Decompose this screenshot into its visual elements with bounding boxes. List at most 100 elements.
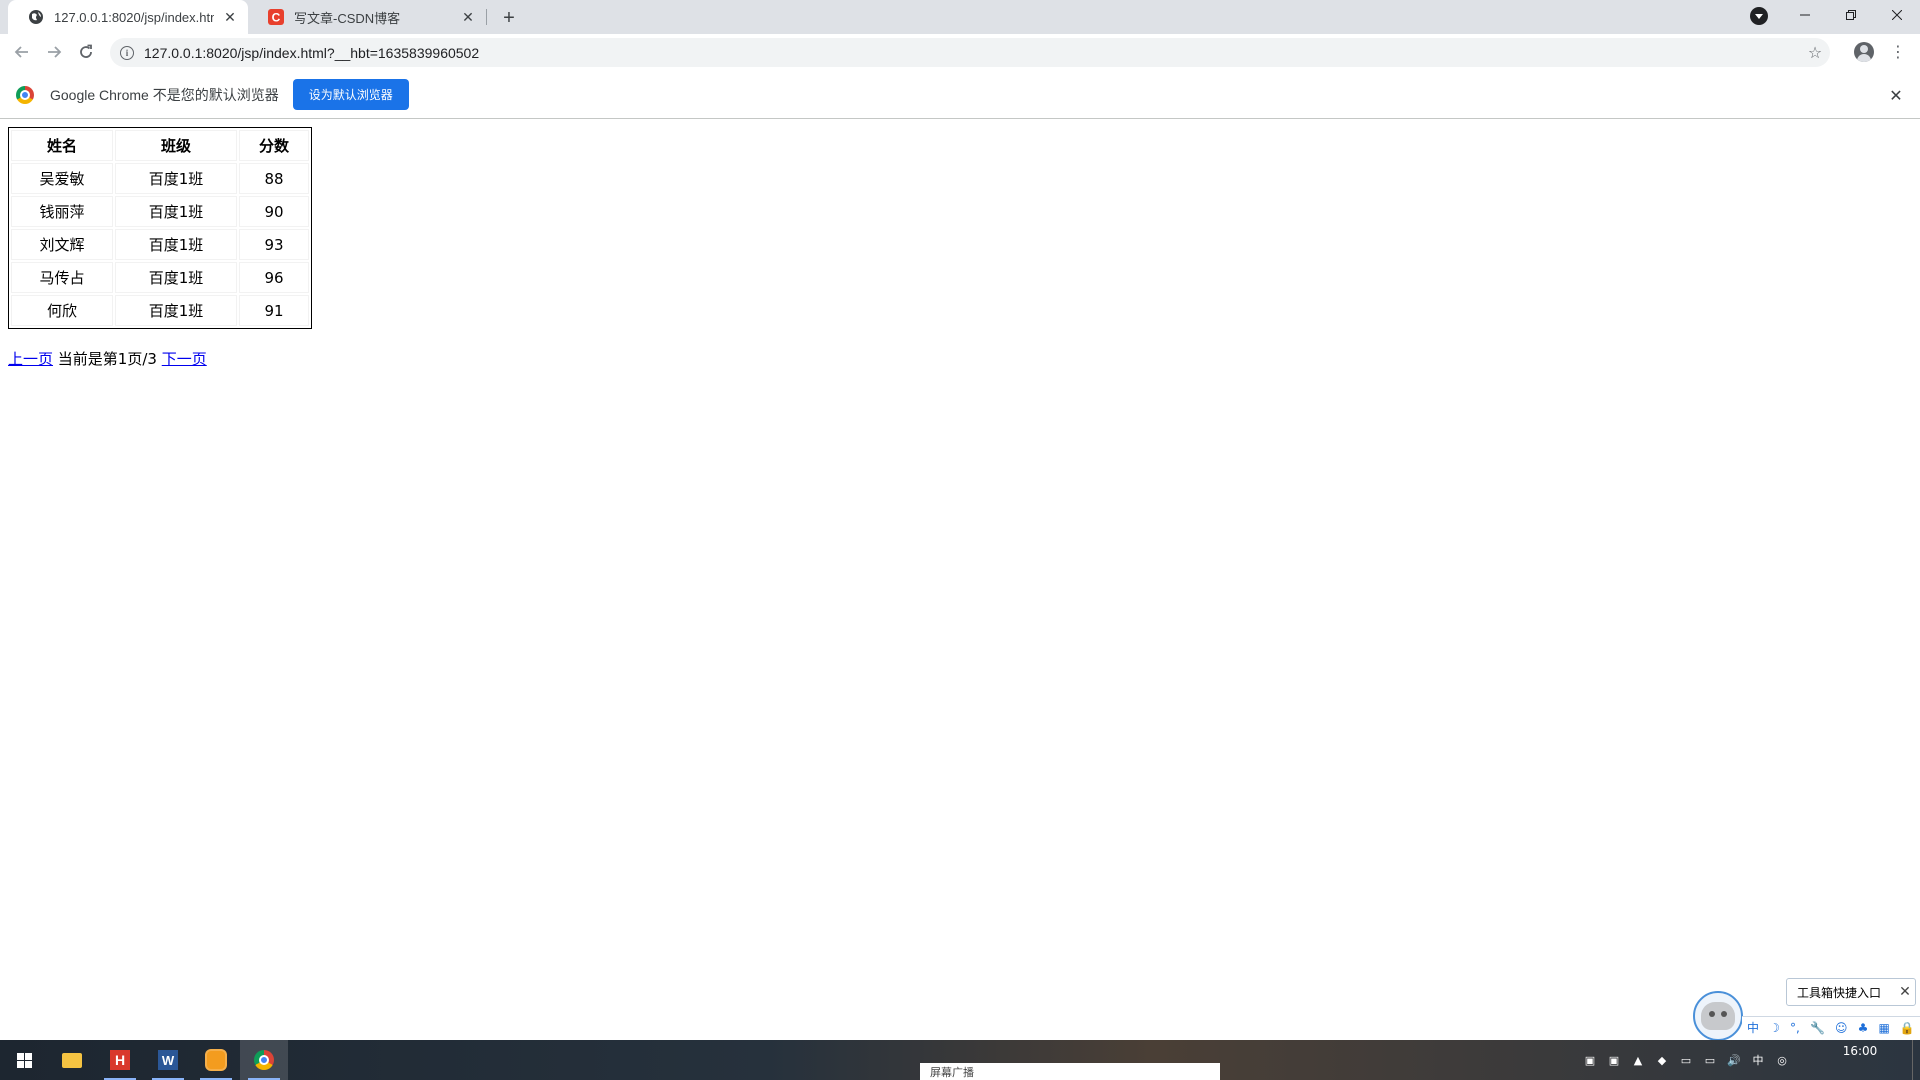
page-status: 当前是第1页/3 — [57, 350, 157, 368]
windows-logo-icon — [16, 1052, 32, 1068]
minimize-button[interactable] — [1782, 0, 1828, 30]
toolbox-tip-close-icon[interactable]: ✕ — [1895, 984, 1915, 1000]
screen-broadcast-label: 屏幕广播 — [930, 1065, 974, 1079]
window-controls — [1782, 0, 1920, 30]
tab-localhost[interactable]: 127.0.0.1:8020/jsp/index.html? ✕ — [8, 0, 248, 34]
tray-lang-label[interactable]: 中 — [1746, 1052, 1770, 1068]
cell-class: 百度1班 — [115, 295, 237, 326]
default-browser-infobar: Google Chrome 不是您的默认浏览器 设为默认浏览器 ✕ — [0, 71, 1920, 119]
cell-name: 刘文辉 — [11, 229, 113, 260]
screen-broadcast-bar[interactable]: 屏幕广播 — [920, 1063, 1220, 1080]
app-icon — [205, 1049, 227, 1071]
scores-table: 姓名 班级 分数 吴爱敏 百度1班 88 钱丽萍 百度1班 90 刘文辉 百度1… — [8, 127, 312, 329]
cell-name: 吴爱敏 — [11, 163, 113, 194]
svg-text:C: C — [272, 11, 281, 25]
toolbar-menu: ⋮ — [1888, 38, 1908, 66]
globe-icon — [29, 10, 43, 24]
reload-icon — [80, 44, 92, 58]
reload-button[interactable] — [72, 38, 100, 66]
arrow-left-icon — [14, 46, 28, 58]
cell-score: 96 — [239, 262, 309, 293]
close-icon — [1892, 10, 1902, 20]
hbuilder-icon: H — [110, 1050, 130, 1070]
tab-title: 写文章-CSDN博客 — [294, 10, 401, 26]
profile-avatar-icon[interactable] — [1854, 42, 1874, 62]
tab-separator — [486, 9, 487, 25]
tab-close-icon[interactable]: ✕ — [458, 7, 478, 27]
start-button[interactable] — [0, 1040, 48, 1080]
toolbox-tip-label: 工具箱快捷入口 — [1797, 985, 1882, 1000]
bookmark-star-icon[interactable]: ☆ — [1800, 43, 1830, 62]
table-row: 钱丽萍 百度1班 90 — [11, 196, 309, 227]
table-row: 马传占 百度1班 96 — [11, 262, 309, 293]
back-button[interactable] — [8, 38, 36, 66]
table-row: 吴爱敏 百度1班 88 — [11, 163, 309, 194]
tab-search-icon[interactable] — [1750, 7, 1768, 25]
ime-toolbar: 中 ☽ °, 🔧 ☺ ♣ ▦ 🔒 — [1742, 1016, 1920, 1038]
arrow-right-icon — [48, 46, 62, 58]
cell-name: 马传占 — [11, 262, 113, 293]
cell-score: 90 — [239, 196, 309, 227]
pagination: 上一页 当前是第1页/3 下一页 — [8, 348, 207, 369]
table-header-row: 姓名 班级 分数 — [11, 130, 309, 161]
tray-app-icon[interactable]: ▲ — [1626, 1054, 1650, 1067]
next-page-link[interactable]: 下一页 — [162, 350, 207, 368]
ime-mode-label[interactable]: 中 — [1747, 1019, 1759, 1036]
cell-class: 百度1班 — [115, 262, 237, 293]
tab-csdn[interactable]: C 写文章-CSDN博客 ✕ — [248, 0, 486, 34]
punctuation-icon[interactable]: °, — [1790, 1021, 1800, 1035]
shirt-icon[interactable]: ♣ — [1858, 1021, 1869, 1035]
tray-window-icon[interactable]: ▭ — [1674, 1054, 1698, 1067]
header-class: 班级 — [115, 130, 237, 161]
system-tray: ▣ ▣ ▲ ◆ ▭ ▭ 🔊 中 ◎ — [1578, 1040, 1794, 1080]
taskbar-chrome[interactable] — [240, 1040, 288, 1080]
show-desktop-button[interactable] — [1912, 1040, 1920, 1080]
tab-close-icon[interactable]: ✕ — [220, 7, 240, 27]
tray-app-icon[interactable]: ▣ — [1602, 1054, 1626, 1067]
taskbar-explorer[interactable] — [48, 1040, 96, 1080]
page-content: 姓名 班级 分数 吴爱敏 百度1班 88 钱丽萍 百度1班 90 刘文辉 百度1… — [0, 120, 1920, 1040]
assistant-avatar-icon[interactable] — [1693, 991, 1743, 1041]
url-text[interactable]: 127.0.0.1:8020/jsp/index.html?__hbt=1635… — [144, 45, 1800, 61]
infobar-close-icon[interactable]: ✕ — [1886, 85, 1906, 105]
restore-button[interactable] — [1828, 0, 1874, 30]
wrench-icon[interactable]: 🔧 — [1810, 1021, 1825, 1035]
word-icon: W — [158, 1050, 178, 1070]
new-tab-button[interactable]: + — [496, 5, 522, 31]
menu-dots-icon[interactable]: ⋮ — [1888, 44, 1908, 60]
smiley-icon[interactable]: ☺ — [1835, 1021, 1848, 1035]
taskbar-clock[interactable]: 16:00 — [1830, 1040, 1890, 1062]
table-row: 何欣 百度1班 91 — [11, 295, 309, 326]
tray-search-icon[interactable]: ◎ — [1770, 1054, 1794, 1067]
toolbox-shortcut-tip[interactable]: 工具箱快捷入口 ✕ — [1786, 978, 1916, 1006]
cell-score: 91 — [239, 295, 309, 326]
taskbar-hbuilder[interactable]: H — [96, 1040, 144, 1080]
taskbar-app[interactable] — [192, 1040, 240, 1080]
cell-name: 何欣 — [11, 295, 113, 326]
set-default-browser-button[interactable]: 设为默认浏览器 — [292, 79, 409, 110]
grid-icon[interactable]: ▦ — [1878, 1021, 1889, 1035]
browser-toolbar: i 127.0.0.1:8020/jsp/index.html?__hbt=16… — [0, 34, 1920, 71]
close-window-button[interactable] — [1874, 0, 1920, 30]
cell-score: 88 — [239, 163, 309, 194]
cell-class: 百度1班 — [115, 229, 237, 260]
lock-icon[interactable]: 🔒 — [1900, 1021, 1915, 1035]
address-bar[interactable]: i 127.0.0.1:8020/jsp/index.html?__hbt=16… — [110, 38, 1830, 67]
volume-icon[interactable]: 🔊 — [1722, 1054, 1746, 1067]
moon-icon[interactable]: ☽ — [1769, 1021, 1780, 1035]
taskbar-word[interactable]: W — [144, 1040, 192, 1080]
network-icon[interactable]: ▭ — [1698, 1054, 1722, 1067]
cell-class: 百度1班 — [115, 196, 237, 227]
prev-page-link[interactable]: 上一页 — [8, 350, 53, 368]
tab-strip: 127.0.0.1:8020/jsp/index.html? ✕ C 写文章-C… — [0, 0, 1920, 34]
infobar-message: Google Chrome 不是您的默认浏览器 — [50, 86, 279, 103]
tray-app-icon[interactable]: ◆ — [1650, 1054, 1674, 1067]
header-name: 姓名 — [11, 130, 113, 161]
tray-app-icon[interactable]: ▣ — [1578, 1054, 1602, 1067]
restore-icon — [1846, 10, 1856, 20]
forward-button[interactable] — [40, 38, 68, 66]
info-icon[interactable]: i — [120, 45, 134, 60]
chrome-logo-icon — [16, 85, 34, 104]
cell-class: 百度1班 — [115, 163, 237, 194]
table-row: 刘文辉 百度1班 93 — [11, 229, 309, 260]
